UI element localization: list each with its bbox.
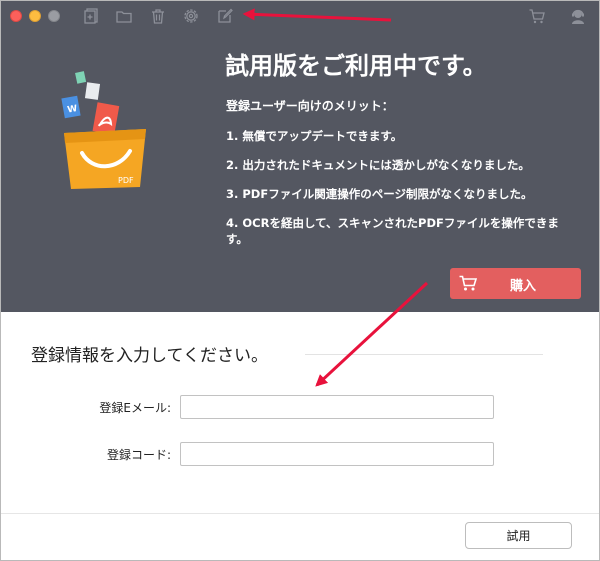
footer-divider [1,513,599,514]
window-zoom-button[interactable] [48,10,60,22]
registration-code-field[interactable] [180,442,494,466]
pdf-basket-illustration: W PDF [56,71,151,201]
basket-label: PDF [118,176,134,185]
store-button[interactable] [526,6,548,26]
gear-icon [184,9,198,23]
trial-button[interactable]: 試用 [465,522,572,549]
cart-icon [529,9,545,24]
add-file-icon [84,8,98,24]
promo-panel: W PDF 試用版をご利用中です。 登録ユーザー向けのメリット： 1. 無償でア… [1,1,599,312]
support-button[interactable] [567,6,589,26]
open-folder-button[interactable] [113,6,135,26]
title-divider [305,354,543,355]
registration-form-title: 登録情報を入力してください。 [31,346,268,366]
buy-button-label: 購入 [510,279,537,294]
folder-icon [116,11,132,23]
app-window: W PDF 試用版をご利用中です。 登録ユーザー向けのメリット： 1. 無償でア… [0,0,600,561]
pdf-basket-icon: W PDF [61,71,146,189]
delete-button[interactable] [147,6,169,26]
registration-code-label: 登録コード: [106,448,171,462]
settings-button[interactable] [180,6,202,26]
add-file-button[interactable] [81,6,103,26]
edit-icon [218,8,233,23]
buy-button[interactable]: 購入 [450,268,581,299]
edit-button[interactable] [214,6,236,26]
support-agent-icon [572,9,584,24]
benefit-item: 3. PDFファイル関連操作のページ制限がなくなりました。 [226,187,533,201]
window-minimize-button[interactable] [29,10,41,22]
benefit-item: 4. OCRを経由して、スキャンされたPDFファイルを操作できます。 [226,216,559,246]
trash-icon [152,9,164,24]
trial-headline: 試用版をご利用中です。 [225,52,487,80]
cart-icon [458,274,478,292]
email-label: 登録Eメール: [99,401,171,415]
benefits-title: 登録ユーザー向けのメリット： [226,99,394,113]
window-close-button[interactable] [10,10,22,22]
benefit-item: 1. 無償でアップデートできます。 [226,129,403,143]
benefit-item: 2. 出力されたドキュメントには透かしがなくなりました。 [226,158,530,172]
svg-text:W: W [67,104,79,116]
email-field[interactable] [180,395,494,419]
